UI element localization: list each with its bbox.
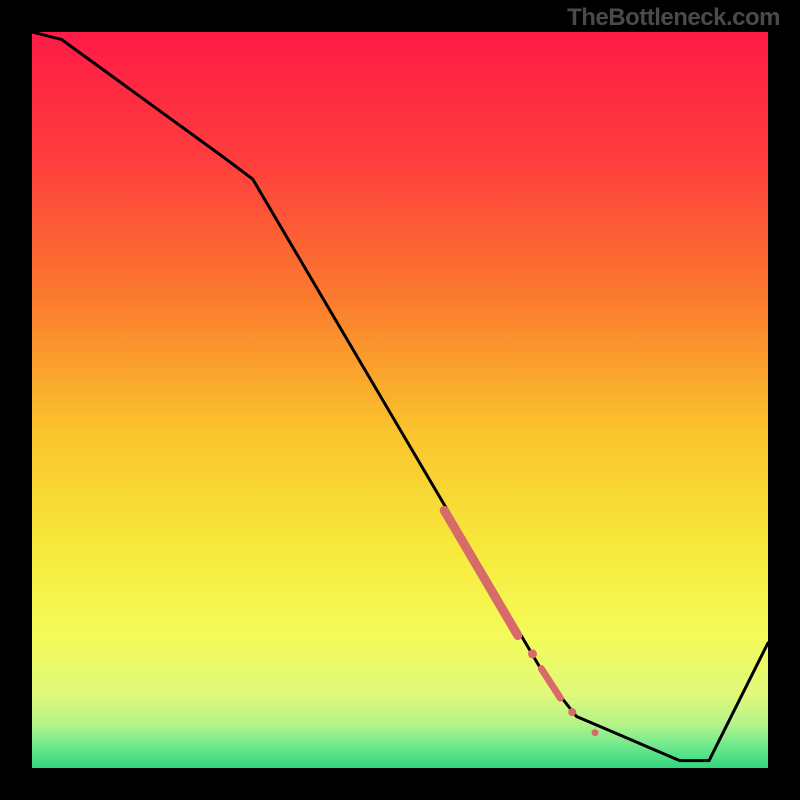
watermark-label: TheBottleneck.com bbox=[567, 4, 780, 32]
chart-plot bbox=[32, 32, 768, 768]
chart-container: TheBottleneck.com bbox=[0, 0, 800, 800]
gradient-background bbox=[32, 32, 768, 768]
marker-point bbox=[592, 729, 599, 736]
marker-point bbox=[528, 649, 537, 658]
marker-point bbox=[568, 708, 576, 716]
